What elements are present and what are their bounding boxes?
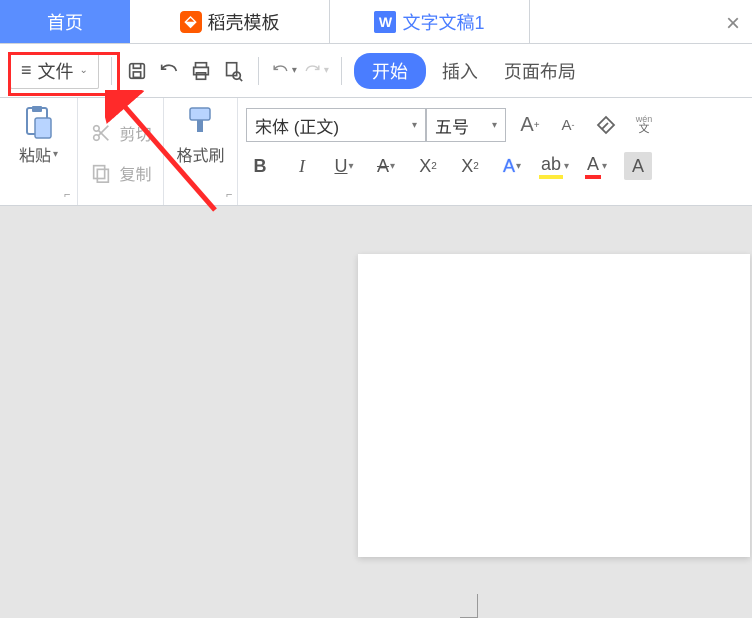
subscript-button[interactable]: X2 [456, 152, 484, 180]
ribbon-tab-insert-label: 插入 [442, 62, 478, 82]
font-name-select[interactable]: 宋体 (正文) ▾ [246, 108, 426, 142]
separator [258, 57, 259, 85]
scissors-icon [89, 121, 113, 145]
format-painter-button[interactable]: 格式刷 [176, 104, 224, 166]
toolbar: ≡ 文件 ⌄ ▾ ▾ 开始 插入 页面布局 [0, 44, 752, 98]
paste-label: 粘贴 [19, 142, 51, 166]
font-name-value: 宋体 (正文) [255, 113, 339, 138]
highlight-button[interactable]: ab▾ [540, 152, 568, 180]
ribbon-group-font: 宋体 (正文) ▾ 五号 ▾ A+ A- wén 文 B I [238, 98, 752, 205]
docer-icon: ⬙ [180, 11, 202, 33]
wps-writer-icon: W [374, 11, 396, 33]
ribbon-group-cut-copy: 剪切 复制 [78, 98, 164, 205]
strikethrough-button[interactable]: A▾ [372, 152, 400, 180]
ribbon-tab-start-label: 开始 [372, 62, 408, 82]
font-top-row: 宋体 (正文) ▾ 五号 ▾ A+ A- wén 文 [246, 108, 658, 142]
save-button[interactable] [124, 58, 150, 84]
format-dialog-launcher[interactable]: ⌐ [226, 189, 232, 201]
cut-button[interactable]: 剪切 [89, 115, 151, 151]
clipboard-dialog-launcher[interactable]: ⌐ [64, 189, 70, 201]
pinyin-button[interactable]: wén 文 [630, 111, 658, 139]
ribbon-tab-page-layout[interactable]: 页面布局 [494, 54, 586, 88]
clear-format-button[interactable] [592, 111, 620, 139]
format-painter-label: 格式刷 [176, 142, 224, 166]
ribbon-tab-page-layout-label: 页面布局 [504, 62, 576, 82]
separator [341, 57, 342, 85]
ribbon-group-format-painter: 格式刷 ⌐ [164, 98, 238, 205]
qat-redo-button[interactable]: ▾ [303, 58, 329, 84]
file-menu-button[interactable]: ≡ 文件 ⌄ [10, 53, 99, 89]
tab-home-label: 首页 [47, 9, 83, 35]
font-misc-tools: A+ A- wén 文 [516, 108, 658, 142]
shrink-font-button[interactable]: A- [554, 111, 582, 139]
copy-icon [89, 161, 113, 185]
clipboard-icon [19, 104, 59, 140]
tab-docer[interactable]: ⬙ 稻壳模板 [130, 0, 330, 43]
tab-document[interactable]: W 文字文稿1 [330, 0, 530, 43]
separator [111, 57, 112, 85]
tab-document-label: 文字文稿1 [402, 9, 484, 35]
tab-docer-label: 稻壳模板 [208, 9, 280, 35]
document-page[interactable] [358, 254, 750, 557]
document-area [0, 206, 752, 557]
qat-undo-button[interactable]: ▾ [271, 58, 297, 84]
cut-label: 剪切 [119, 121, 151, 145]
page-corner-mark [460, 594, 478, 618]
tab-bar: 首页 ⬙ 稻壳模板 W 文字文稿1 × [0, 0, 752, 44]
copy-button[interactable]: 复制 [89, 155, 151, 191]
paste-button[interactable]: 粘贴▾ [19, 104, 59, 166]
grow-font-button[interactable]: A+ [516, 111, 544, 139]
chevron-down-icon: ▾ [412, 120, 417, 131]
superscript-button[interactable]: X2 [414, 152, 442, 180]
ribbon: 粘贴▾ ⌐ 剪切 复制 格式刷 ⌐ 宋体 [0, 98, 752, 206]
chevron-down-icon: ▾ [492, 120, 497, 131]
tab-home[interactable]: 首页 [0, 0, 130, 43]
text-effects-button[interactable]: A▾ [498, 152, 526, 180]
ribbon-tab-insert[interactable]: 插入 [432, 54, 488, 88]
font-size-value: 五号 [435, 113, 469, 138]
ribbon-tab-start[interactable]: 开始 [354, 53, 426, 89]
ribbon-group-clipboard: 粘贴▾ ⌐ [0, 98, 78, 205]
font-size-select[interactable]: 五号 ▾ [426, 108, 506, 142]
print-preview-button[interactable] [220, 58, 246, 84]
bold-button[interactable]: B [246, 152, 274, 180]
character-shading-button[interactable]: A [624, 152, 652, 180]
chevron-down-icon: ⌄ [80, 65, 88, 76]
font-color-button[interactable]: A▾ [582, 152, 610, 180]
hamburger-icon: ≡ [21, 60, 32, 81]
format-painter-icon [180, 104, 220, 140]
italic-button[interactable]: I [288, 152, 316, 180]
underline-button[interactable]: U▾ [330, 152, 358, 180]
print-button[interactable] [188, 58, 214, 84]
font-bottom-row: B I U▾ A▾ X2 X2 A▾ ab▾ A▾ [246, 152, 652, 180]
file-menu-label: 文件 [38, 58, 74, 84]
copy-label: 复制 [119, 161, 151, 185]
tab-close-button[interactable]: × [726, 10, 740, 38]
undo-button[interactable] [156, 58, 182, 84]
